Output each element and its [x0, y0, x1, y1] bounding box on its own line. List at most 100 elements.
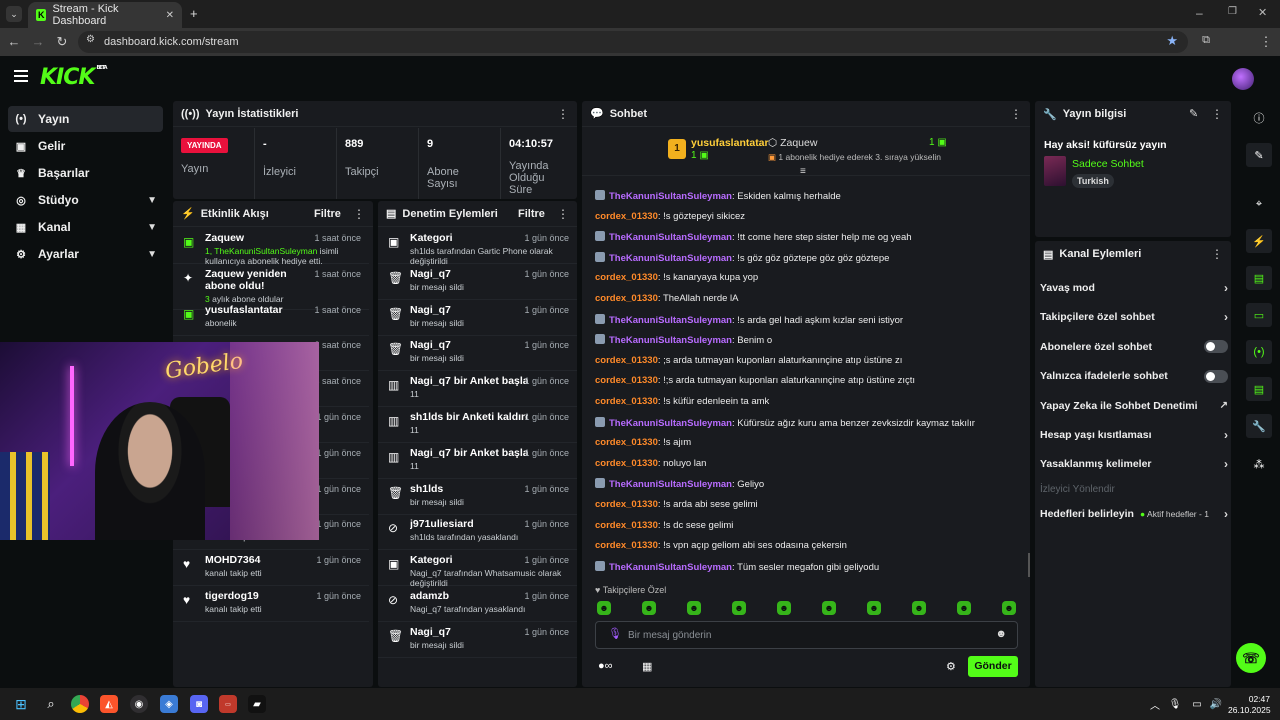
external-link-icon[interactable]: ↗ — [1220, 400, 1228, 411]
activity-item[interactable]: ♥ tigerdog19 1 gün önce kanalı takip etti — [173, 586, 369, 622]
chat-message[interactable]: cordex_01330: noluyo lan — [595, 458, 706, 469]
emote-icon[interactable]: ☻ — [822, 601, 836, 615]
bookmark-star-icon[interactable]: ★ — [1166, 33, 1178, 49]
sidebar-item-achievements[interactable]: ♛ Başarılar — [8, 160, 163, 186]
channel-action-row[interactable]: Yavaş mod › — [1040, 278, 1228, 298]
sidebar-item-settings[interactable]: ⚙ Ayarlar ▼ — [8, 241, 163, 267]
tab-list-dropdown-icon[interactable]: ⌄ — [6, 6, 22, 22]
category-name[interactable]: Sadece Sohbet — [1072, 158, 1144, 170]
activity-item[interactable]: ▣ yusufaslantatar 1 saat önce abonelik — [173, 300, 369, 336]
site-info-icon[interactable]: ⚙ — [86, 34, 95, 45]
support-chat-button[interactable]: ☏ — [1236, 643, 1266, 673]
chat-message[interactable]: TheKanuniSultanSuleyman: Eskiden kalmış … — [595, 190, 841, 202]
collapse-icon[interactable]: ≡ — [800, 166, 806, 177]
more-options-icon[interactable]: ⋮ — [1211, 247, 1223, 261]
moderation-item[interactable]: ▥ Nagi_q7 bir Anket başlattı 1 gün önce 11 — [378, 371, 577, 408]
emote-icon[interactable]: ☻ — [957, 601, 971, 615]
sidebar-item-revenue[interactable]: ▣ Gelir — [8, 133, 163, 159]
chat-settings-icon[interactable]: ⚙ — [946, 660, 956, 673]
moderation-item[interactable]: 🗑 Nagi_q7 1 gün önce bir mesajı sildi — [378, 300, 577, 336]
toggle-switch[interactable] — [1204, 369, 1228, 383]
chat-message[interactable]: TheKanuniSultanSuleyman: Geliyo — [595, 478, 764, 490]
search-icon[interactable]: ⌕ — [42, 695, 60, 713]
broadcast-icon[interactable]: (•) — [1246, 340, 1272, 364]
chat-username[interactable]: TheKanuniSultanSuleyman — [609, 479, 732, 490]
browser-tab[interactable]: K Stream - Kick Dashboard ✕ — [28, 2, 182, 28]
sidebar-item-channel[interactable]: ▦ Kanal ▼ — [8, 214, 163, 240]
browser-menu-icon[interactable]: ⋮ — [1258, 34, 1274, 50]
more-options-icon[interactable]: ⋮ — [557, 207, 569, 221]
toggle-switch[interactable] — [1204, 340, 1228, 354]
emote-icon[interactable]: ☻ — [1002, 601, 1016, 615]
obs-icon[interactable]: ◉ — [130, 695, 148, 713]
moderation-item[interactable]: ⊘ adamzb 1 gün önce Nagi_q7 tarafından yasa… — [378, 586, 577, 622]
emote-icon[interactable]: ☻ — [597, 601, 611, 615]
channel-action-row[interactable]: Takipçilere özel sohbet › — [1040, 307, 1228, 327]
emote-icon[interactable]: ☻ — [732, 601, 746, 615]
chat-username[interactable]: cordex_01330 — [595, 458, 658, 469]
emoji-icon[interactable]: ☻ — [995, 628, 1007, 640]
chat-message[interactable]: TheKanuniSultanSuleyman: !s arda gel had… — [595, 313, 903, 326]
chat-message[interactable]: cordex_01330: !;s arda tutmayan kuponlar… — [595, 375, 915, 386]
chat-username[interactable]: TheKanuniSultanSuleyman — [609, 562, 732, 573]
terminal-icon[interactable]: ▰ — [248, 695, 266, 713]
chat-message[interactable]: cordex_01330: !s ajım — [595, 437, 691, 448]
chat-message[interactable]: cordex_01330: TheAllah nerde lA — [595, 293, 738, 304]
moderation-item[interactable]: ▣ Kategori 1 gün önce Nagi_q7 tarafından Wh… — [378, 550, 577, 588]
chat-message[interactable]: cordex_01330: !s göztepeyi sikicez — [595, 211, 745, 222]
chat-input[interactable]: 🎙 Bir mesaj gönderin ☻ — [595, 621, 1018, 649]
discord-icon[interactable]: ◙ — [190, 695, 208, 713]
windows-start-icon[interactable]: ⊞ — [12, 695, 30, 713]
chat-message[interactable]: cordex_01330: !s arda abi sese gelimi — [595, 499, 758, 510]
channel-action-row[interactable]: Yapay Zeka ile Sohbet Denetimi ↗ — [1040, 396, 1228, 416]
chat-username[interactable]: cordex_01330 — [595, 375, 658, 386]
meter-app-icon[interactable]: ▭ — [219, 695, 237, 713]
user-avatar[interactable] — [1232, 68, 1254, 90]
more-options-icon[interactable]: ⋮ — [353, 207, 365, 221]
chat-username[interactable]: cordex_01330 — [595, 437, 658, 448]
chat-username[interactable]: cordex_01330 — [595, 272, 658, 283]
info-icon[interactable]: ⓘ — [1246, 106, 1272, 130]
moderation-item[interactable]: ▥ sh1lds bir Anketi kaldırdı 1 gün önce 11 — [378, 407, 577, 443]
chat-username[interactable]: cordex_01330 — [595, 520, 658, 531]
more-options-icon[interactable]: ⋮ — [1211, 107, 1223, 121]
tab-close-icon[interactable]: ✕ — [166, 10, 174, 21]
points-icon[interactable]: ●∞ — [598, 660, 613, 672]
chat-username[interactable]: TheKanuniSultanSuleyman — [609, 315, 732, 326]
lightning-icon[interactable]: ⚡ — [1246, 229, 1272, 253]
sidebar-item-studio[interactable]: ◎ Stüdyo ▼ — [8, 187, 163, 213]
brave-icon[interactable]: ◭ — [100, 695, 118, 713]
activity-item[interactable]: ▣ Zaquew 1 saat önce 1, TheKanuniSultanSule… — [173, 228, 369, 266]
back-icon[interactable]: ← — [6, 34, 22, 49]
chat-message[interactable]: cordex_01330: !s dc sese gelimi — [595, 520, 733, 531]
sidebar-item-stream[interactable]: (•) Yayın — [8, 106, 163, 132]
chat-username[interactable]: cordex_01330 — [595, 396, 658, 407]
edit-pencil-icon[interactable]: ✎ — [1246, 143, 1272, 167]
reload-icon[interactable]: ↻ — [54, 34, 70, 50]
chat-username[interactable]: TheKanuniSultanSuleyman — [609, 232, 732, 243]
chat-username[interactable]: cordex_01330 — [595, 293, 658, 304]
send-button[interactable]: Gönder — [968, 656, 1018, 677]
moderation-item[interactable]: ▣ Kategori 1 gün önce sh1lds tarafından Gar… — [378, 228, 577, 266]
app-icon[interactable]: ◈ — [160, 695, 178, 713]
document-icon[interactable]: ▤ — [1246, 266, 1272, 290]
chat-message[interactable]: cordex_01330: !s küfür edenleein ta amk — [595, 396, 769, 407]
moderation-item[interactable]: ▥ Nagi_q7 bir Anket başlattı 1 gün önce 11 — [378, 443, 577, 479]
hamburger-menu-icon[interactable] — [14, 70, 28, 82]
channel-icon[interactable]: ▤ — [1246, 377, 1272, 401]
microphone-icon[interactable]: 🎙 — [608, 627, 622, 640]
maximize-icon[interactable]: ❐ — [1228, 6, 1237, 17]
taskbar-clock[interactable]: 02:47 26.10.2025 — [1228, 694, 1271, 716]
more-options-icon[interactable]: ⋮ — [1010, 107, 1022, 121]
volume-icon[interactable]: 🔊 — [1207, 695, 1225, 713]
emote-icon[interactable]: ☻ — [642, 601, 656, 615]
chat-username[interactable]: TheKanuniSultanSuleyman — [609, 418, 732, 429]
microphone-icon[interactable]: 🎙 — [1166, 695, 1184, 713]
store-icon[interactable]: ▦ — [642, 660, 652, 673]
filter-button[interactable]: Filtre — [314, 208, 341, 220]
emote-icon[interactable]: ☻ — [867, 601, 881, 615]
chat-message[interactable]: TheKanuniSultanSuleyman: Benim o — [595, 334, 772, 346]
minimize-icon[interactable]: – — [1196, 6, 1203, 20]
tray-chevron-icon[interactable]: ︿ — [1146, 695, 1164, 713]
network-icon[interactable]: ▭ — [1188, 695, 1206, 713]
